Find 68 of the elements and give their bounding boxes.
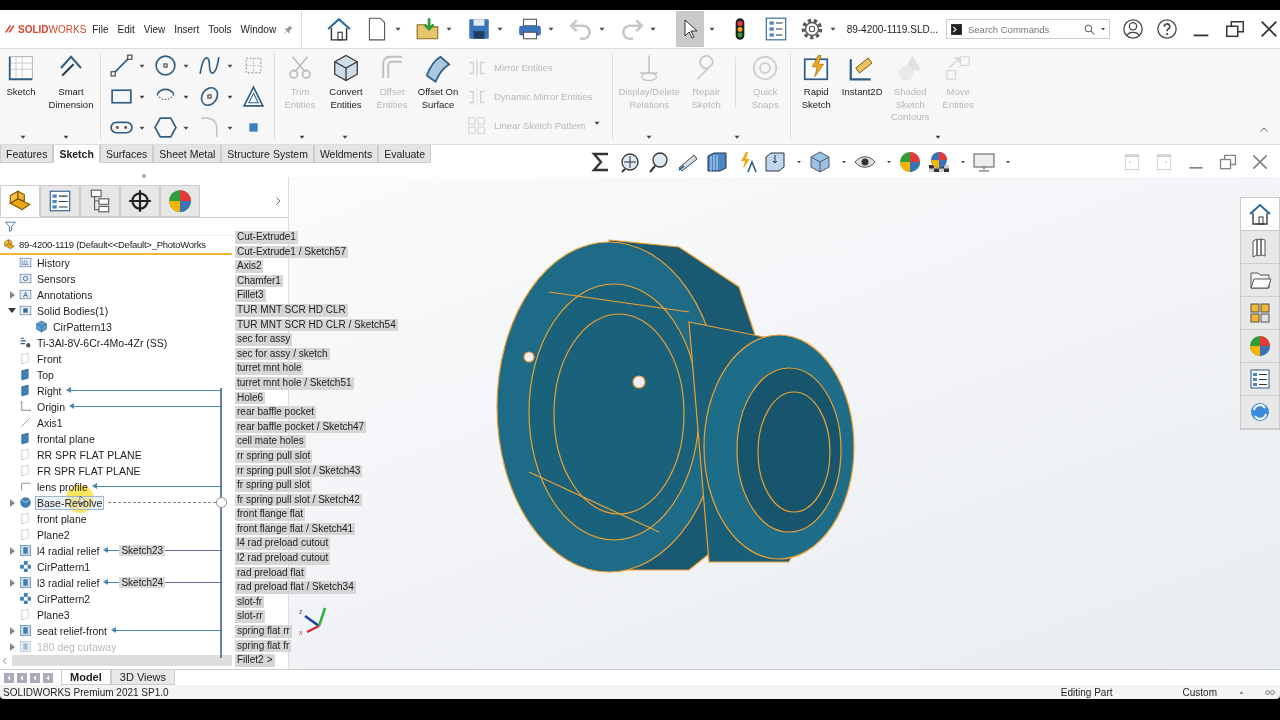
tree-item[interactable]: Solid Bodies(1) <box>0 302 228 319</box>
tree-item[interactable]: l3 radial relief Sketch24 <box>0 574 228 591</box>
tree-item[interactable]: Front <box>0 350 228 367</box>
tree-item[interactable]: Plane2 <box>0 526 228 543</box>
tree-item[interactable]: Origin <box>0 398 228 415</box>
menu-item[interactable]: Insert <box>174 23 200 35</box>
menu-item[interactable]: Window <box>240 23 277 35</box>
dependent-feature[interactable]: rear baffle pocket <box>235 406 317 419</box>
dependent-feature[interactable]: Fillet2 > <box>235 654 275 667</box>
dependent-feature[interactable]: Axis2 <box>235 260 264 273</box>
tree-item[interactable]: Top <box>0 366 228 383</box>
ribbon-button[interactable]: Smart Dimension <box>46 53 96 111</box>
tree-item[interactable]: History <box>0 254 228 271</box>
view-tab[interactable]: 3D Views <box>110 670 176 685</box>
tree-item[interactable]: Sensors <box>0 270 228 287</box>
product-version: SOLIDWORKS Premium 2021 SP1.0 <box>3 686 169 698</box>
dependent-feature[interactable]: spring flat rr <box>235 625 292 638</box>
file-name: 89-4200-1119.SLD... <box>846 23 938 35</box>
dependent-feature[interactable]: front flange flat <box>235 508 306 521</box>
tree-item[interactable]: front plane <box>0 510 228 527</box>
dependent-feature[interactable]: Cut-Extrude1 <box>235 231 298 244</box>
tree-item[interactable]: FR SPR FLAT PLANE <box>0 462 228 479</box>
app-logo: SOLIDWORKS <box>4 22 87 36</box>
search-field[interactable]: Search Commands <box>946 19 1110 39</box>
ribbon-button[interactable]: Sketch <box>0 53 42 111</box>
ribbon-button[interactable]: Offset On Surface <box>417 53 459 111</box>
more-arrow[interactable]: > <box>266 654 273 666</box>
tree-item[interactable]: seat relief-front <box>0 622 228 639</box>
command-tab[interactable]: Evaluate <box>378 145 432 163</box>
tree-item[interactable]: Annotations <box>0 286 228 303</box>
dependent-feature[interactable]: fr spring pull slot <box>235 479 312 492</box>
sketch-tag: Sketch24 <box>119 577 166 589</box>
tree-item[interactable]: CirPattern2 <box>0 590 228 607</box>
tree-item[interactable]: l4 radial relief Sketch23 <box>0 542 228 559</box>
dependent-feature[interactable]: rad preload flat / Sketch34 <box>235 581 356 594</box>
menu-item[interactable]: Edit <box>117 23 135 35</box>
view-tab[interactable]: Model <box>61 670 111 685</box>
command-tab[interactable]: Weldments <box>313 145 379 163</box>
command-tab[interactable]: Features <box>0 145 54 163</box>
tree-item[interactable]: Axis1 <box>0 414 228 431</box>
tree-item[interactable]: frontal plane <box>0 430 228 447</box>
tree-item[interactable]: Right <box>0 382 228 399</box>
tree-item[interactable]: CirPattern1 <box>0 558 228 575</box>
menu-item[interactable]: Tools <box>208 23 232 35</box>
edit-mode: Editing Part <box>1060 686 1113 698</box>
dependent-feature[interactable]: cell mate holes <box>235 435 306 448</box>
tree-item[interactable]: RR SPR FLAT PLANE <box>0 446 228 463</box>
ribbon-button[interactable]: Convert Entities <box>325 53 367 111</box>
tree-root[interactable]: 89-4200-1119 (Default<<Default>_PhotoWorks <box>19 239 206 251</box>
dependent-feature[interactable]: turret mnt hole <box>235 362 304 375</box>
command-tab[interactable]: Surfaces <box>99 145 154 163</box>
tree-item[interactable]: CirPattern13 <box>0 318 228 335</box>
tree-item[interactable]: Ti-3Al-8V-6Cr-4Mo-4Zr (SS) <box>0 334 228 351</box>
dependent-feature[interactable]: l2 rad preload cutout <box>235 552 331 565</box>
ribbon-button[interactable]: Instant2D <box>841 53 884 124</box>
dependent-feature[interactable]: slot-rr <box>235 610 265 624</box>
command-tab[interactable]: Sketch <box>53 145 100 163</box>
menu-item[interactable]: View <box>143 23 166 35</box>
dependent-feature[interactable]: sec for assy <box>235 333 293 346</box>
menu-item[interactable]: File <box>92 23 109 35</box>
command-tab[interactable]: Structure System <box>221 145 314 163</box>
unit-system[interactable]: Custom <box>1182 686 1217 698</box>
sketch-tag: Sketch23 <box>119 545 166 557</box>
dependent-feature[interactable]: l4 rad preload cutout <box>235 537 331 551</box>
dependent-feature[interactable]: Fillet3 <box>235 289 266 302</box>
tree-item[interactable]: Plane3 <box>0 606 228 623</box>
ribbon-button[interactable]: Rapid Sketch <box>795 53 838 124</box>
command-tab[interactable]: Sheet Metal <box>153 145 222 163</box>
